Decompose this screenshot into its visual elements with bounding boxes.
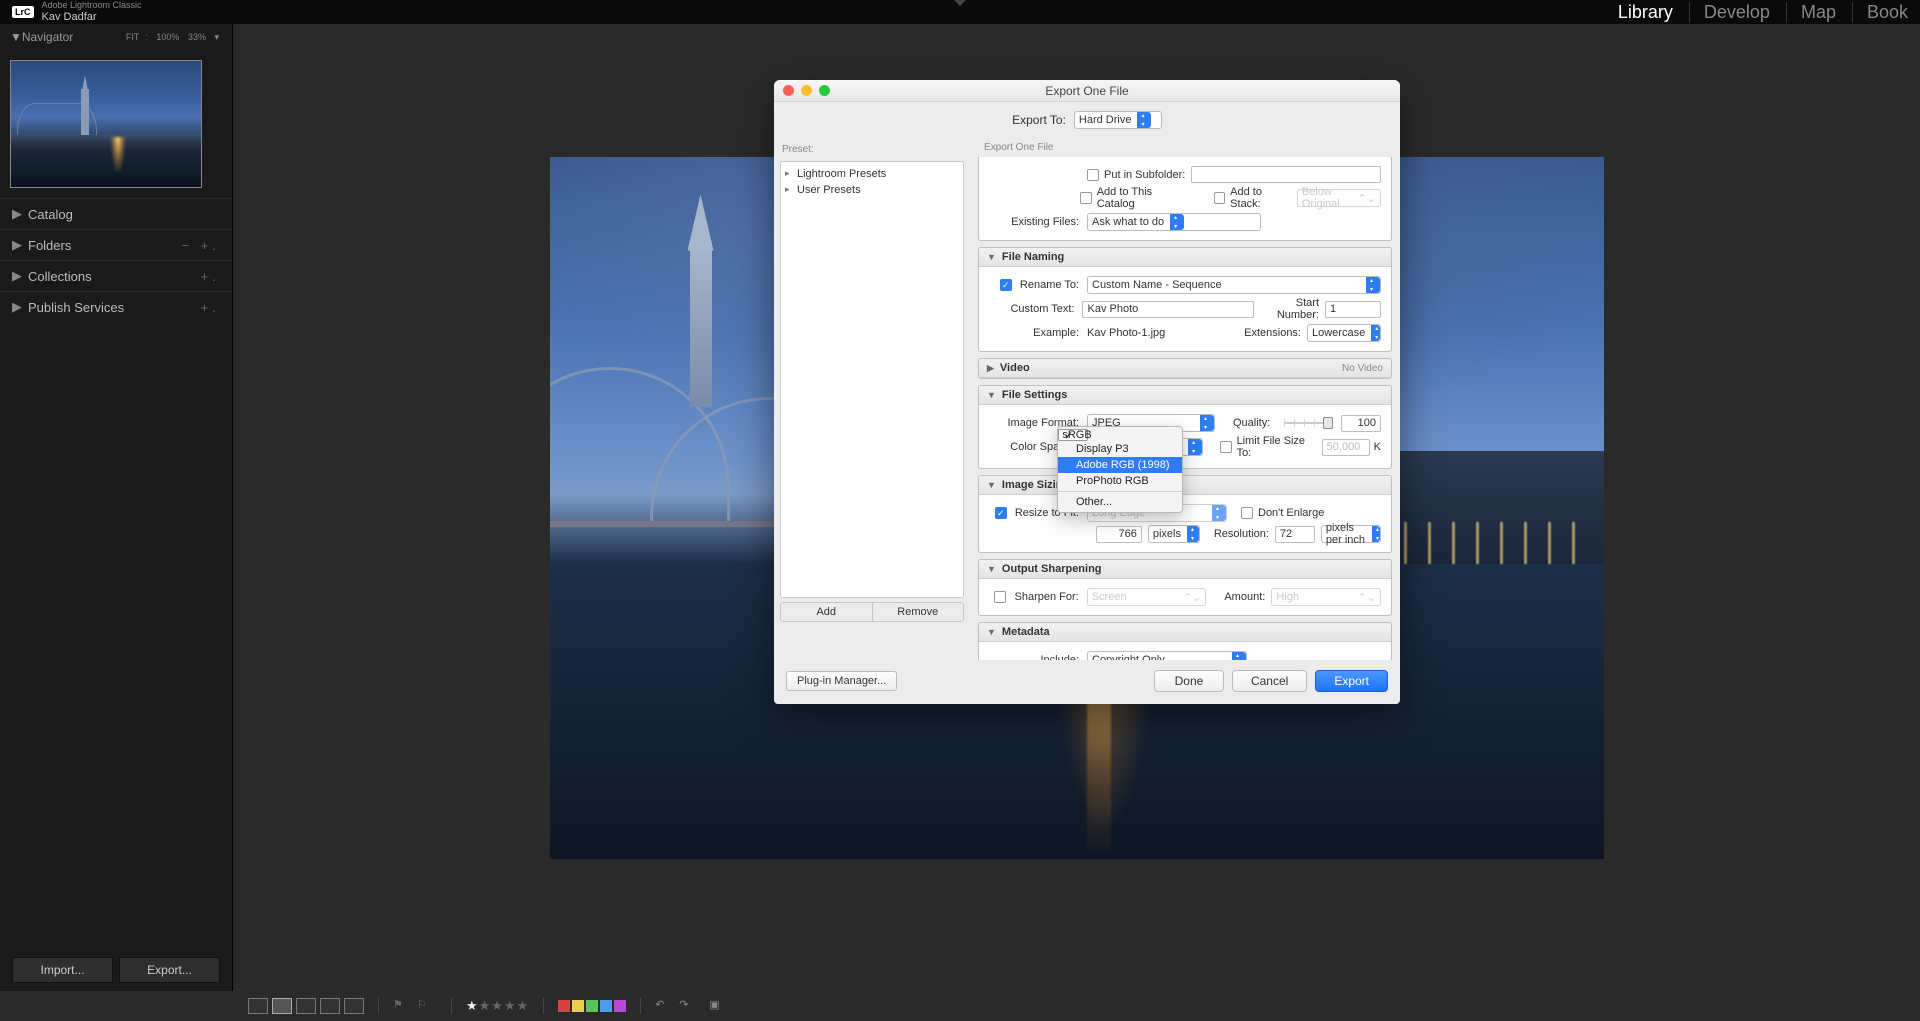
module-library[interactable]: Library bbox=[1604, 2, 1673, 23]
limit-filesize-checkbox[interactable] bbox=[1220, 441, 1231, 453]
view-people-icon[interactable] bbox=[344, 998, 364, 1014]
navigator-label: Navigator bbox=[22, 30, 73, 44]
resolution-unit-select[interactable]: pixels per inch bbox=[1321, 525, 1381, 543]
app-title: Adobe Lightroom Classic bbox=[42, 1, 142, 11]
panel-folders[interactable]: ▶Folders− +. bbox=[0, 229, 232, 260]
label-red[interactable] bbox=[558, 1000, 570, 1012]
image-canvas[interactable]: Export One File Export To: Hard Drive Pr… bbox=[233, 24, 1920, 991]
color-space-dropdown[interactable]: sRGB Display P3 Adobe RGB (1998) ProPhot… bbox=[1057, 426, 1183, 513]
section-image-sizing[interactable]: ▼Image Sizing bbox=[979, 476, 1391, 495]
export-to-label: Export To: bbox=[1012, 113, 1066, 127]
cs-option-prophoto[interactable]: ProPhoto RGB bbox=[1058, 473, 1182, 489]
sharpen-amount-select: High⌃⌄ bbox=[1271, 588, 1381, 606]
rotate-ccw-icon[interactable]: ↶ bbox=[655, 998, 675, 1014]
panel-collections[interactable]: ▶Collections+. bbox=[0, 260, 232, 291]
cs-option-displayp3[interactable]: Display P3 bbox=[1058, 441, 1182, 457]
label-green[interactable] bbox=[586, 1000, 598, 1012]
collections-add[interactable]: +. bbox=[201, 269, 220, 284]
preset-add-button[interactable]: Add bbox=[781, 603, 873, 621]
module-map[interactable]: Map bbox=[1786, 2, 1836, 23]
section-file-settings[interactable]: ▼File Settings bbox=[979, 386, 1391, 405]
section-sharpening[interactable]: ▼Output Sharpening bbox=[979, 560, 1391, 579]
subfolder-input[interactable] bbox=[1191, 166, 1381, 183]
settings-label: Export One File bbox=[978, 142, 1392, 157]
resolution-input[interactable] bbox=[1275, 526, 1315, 543]
subfolder-checkbox[interactable] bbox=[1087, 169, 1099, 181]
cs-option-adobergb[interactable]: Adobe RGB (1998) bbox=[1058, 457, 1182, 473]
example-text: Kav Photo-1.jpg bbox=[1087, 327, 1165, 339]
resize-checkbox[interactable] bbox=[995, 507, 1007, 519]
navigator-header[interactable]: ▼ Navigator FIT: 100% 33% ▾ bbox=[0, 24, 232, 50]
export-dialog: Export One File Export To: Hard Drive Pr… bbox=[774, 80, 1400, 704]
disclosure-icon: ▼ bbox=[10, 30, 22, 44]
module-picker: Library Develop Map Book bbox=[1604, 2, 1908, 23]
cs-option-other[interactable]: Other... bbox=[1058, 494, 1182, 510]
app-user: Kav Dadfar bbox=[42, 11, 142, 23]
chevron-down-icon[interactable]: ▾ bbox=[211, 32, 222, 42]
start-number-input[interactable] bbox=[1325, 301, 1381, 318]
add-catalog-checkbox[interactable] bbox=[1080, 192, 1091, 204]
rename-template-select[interactable]: Custom Name - Sequence bbox=[1087, 276, 1381, 294]
add-stack-checkbox bbox=[1214, 192, 1225, 204]
custom-text-input[interactable] bbox=[1082, 301, 1253, 318]
plugin-manager-button[interactable]: Plug-in Manager... bbox=[786, 671, 897, 691]
quality-input[interactable] bbox=[1341, 415, 1381, 432]
pixels-unit-select[interactable]: pixels bbox=[1148, 525, 1200, 543]
limit-filesize-input bbox=[1322, 439, 1370, 456]
preset-label: Preset: bbox=[780, 142, 964, 161]
rotate-cw-icon[interactable]: ↷ bbox=[679, 998, 699, 1014]
left-panel: ▼ Navigator FIT: 100% 33% ▾ ▶Catalog ▶Fo… bbox=[0, 24, 233, 991]
rename-checkbox[interactable] bbox=[1000, 279, 1012, 291]
stack-select: Below Original⌃⌄ bbox=[1297, 189, 1381, 207]
view-survey-icon[interactable] bbox=[320, 998, 340, 1014]
export-confirm-button[interactable]: Export bbox=[1315, 670, 1388, 692]
module-develop[interactable]: Develop bbox=[1689, 2, 1770, 23]
dont-enlarge-checkbox[interactable] bbox=[1241, 507, 1253, 519]
label-blue[interactable] bbox=[600, 1000, 612, 1012]
view-compare-icon[interactable] bbox=[296, 998, 316, 1014]
preset-remove-button[interactable]: Remove bbox=[873, 603, 964, 621]
bottom-toolbar: ⚑ ⚐ ★★★★★ ↶ ↷ ▣ bbox=[0, 991, 1920, 1021]
section-file-naming[interactable]: ▼File Naming bbox=[979, 248, 1391, 267]
existing-files-select[interactable]: Ask what to do bbox=[1087, 213, 1261, 231]
panel-publish[interactable]: ▶Publish Services+. bbox=[0, 291, 232, 322]
export-to-select[interactable]: Hard Drive bbox=[1074, 111, 1162, 129]
metadata-include-select[interactable]: Copyright Only bbox=[1087, 651, 1247, 660]
filmstrip-notch[interactable] bbox=[954, 0, 966, 6]
module-book[interactable]: Book bbox=[1852, 2, 1908, 23]
done-button[interactable]: Done bbox=[1154, 670, 1224, 692]
preset-lightroom[interactable]: Lightroom Presets bbox=[781, 166, 963, 182]
preset-user[interactable]: User Presets bbox=[781, 182, 963, 198]
cancel-button[interactable]: Cancel bbox=[1232, 670, 1307, 692]
section-video[interactable]: ▶VideoNo Video bbox=[979, 359, 1391, 378]
dialog-titlebar[interactable]: Export One File bbox=[774, 80, 1400, 102]
slideshow-icon[interactable]: ▣ bbox=[709, 998, 729, 1014]
navigator-zoom[interactable]: FIT: 100% 33% ▾ bbox=[123, 32, 222, 43]
publish-add[interactable]: +. bbox=[201, 300, 220, 315]
sharpen-for-select: Screen⌃⌄ bbox=[1087, 588, 1207, 606]
view-grid-icon[interactable] bbox=[248, 998, 268, 1014]
export-button[interactable]: Export... bbox=[119, 957, 220, 983]
view-loupe-icon[interactable] bbox=[272, 998, 292, 1014]
rating-stars[interactable]: ★★★★★ bbox=[466, 998, 529, 1014]
quality-slider[interactable] bbox=[1284, 416, 1333, 430]
dialog-title: Export One File bbox=[774, 84, 1400, 98]
section-metadata[interactable]: ▼Metadata bbox=[979, 623, 1391, 642]
app-logo: LrC bbox=[12, 6, 34, 18]
app-topbar: LrC Adobe Lightroom Classic Kav Dadfar L… bbox=[0, 0, 1920, 24]
panel-catalog[interactable]: ▶Catalog bbox=[0, 198, 232, 229]
label-yellow[interactable] bbox=[572, 1000, 584, 1012]
color-labels[interactable] bbox=[558, 1000, 626, 1012]
label-purple[interactable] bbox=[614, 1000, 626, 1012]
cs-option-srgb[interactable]: sRGB bbox=[1058, 429, 1088, 441]
sharpen-checkbox[interactable] bbox=[994, 591, 1006, 603]
navigator-thumbnail[interactable] bbox=[10, 60, 202, 188]
import-button[interactable]: Import... bbox=[12, 957, 113, 983]
extensions-select[interactable]: Lowercase bbox=[1307, 324, 1381, 342]
pixels-input[interactable] bbox=[1096, 526, 1142, 543]
folders-ops[interactable]: − +. bbox=[182, 238, 220, 253]
